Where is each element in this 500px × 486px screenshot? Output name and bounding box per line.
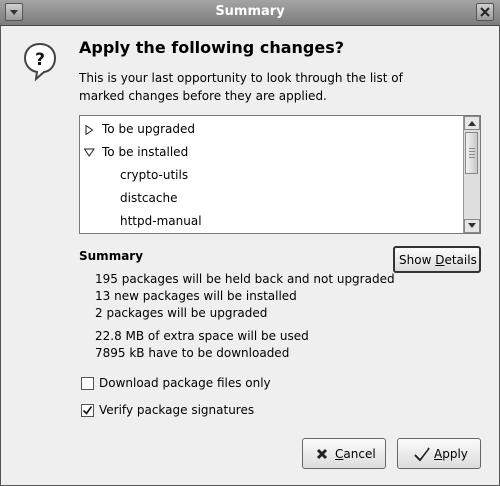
summary-line: 22.8 MB of extra space will be used <box>95 329 309 343</box>
cancel-button[interactable]: Cancel <box>302 438 386 469</box>
summary-line: 7895 kB have to be downloaded <box>95 346 290 360</box>
show-details-button[interactable]: Show Details <box>393 246 481 273</box>
checkmark-icon <box>82 406 93 415</box>
arrow-down-icon <box>468 223 476 228</box>
expander-collapsed-icon[interactable] <box>85 125 94 135</box>
title-bar: Summary <box>0 0 500 26</box>
cancel-icon <box>316 448 328 460</box>
summary-line: 13 new packages will be installed <box>95 289 297 303</box>
list-item-label: To be upgraded <box>102 122 196 136</box>
scrollbar-thumb[interactable] <box>465 132 478 174</box>
summary-title: Summary <box>79 249 144 263</box>
arrow-up-icon <box>468 121 476 126</box>
download-only-label[interactable]: Download package files only <box>99 376 271 390</box>
show-details-label: Show Details <box>399 253 477 267</box>
list-item-label: To be installed <box>102 145 189 159</box>
list-item[interactable]: To be installed <box>80 143 464 161</box>
dialog-heading: Apply the following changes? <box>79 38 344 57</box>
list-item[interactable]: httpd-manual <box>120 212 202 230</box>
apply-button[interactable]: Apply <box>397 438 481 469</box>
scroll-down-button[interactable] <box>464 219 480 233</box>
list-item[interactable]: To be upgraded <box>80 120 464 138</box>
apply-label: Apply <box>434 447 468 461</box>
download-only-checkbox[interactable] <box>81 377 94 390</box>
verify-signatures-label[interactable]: Verify package signatures <box>99 403 254 417</box>
question-icon: ? <box>23 42 57 81</box>
list-item[interactable]: distcache <box>120 189 177 207</box>
changes-list[interactable]: To be upgraded To be installed crypto-ut… <box>79 115 481 234</box>
verify-signatures-checkbox[interactable] <box>81 404 94 417</box>
svg-text:?: ? <box>35 50 45 70</box>
summary-line: 2 packages will be upgraded <box>95 306 268 320</box>
list-item[interactable]: crypto-utils <box>120 166 188 184</box>
window-title: Summary <box>215 4 285 19</box>
dialog-description: This is your last opportunity to look th… <box>79 71 403 103</box>
window-close-button[interactable] <box>476 3 494 21</box>
expander-expanded-icon[interactable] <box>84 148 95 157</box>
cancel-label: Cancel <box>335 447 376 461</box>
checkmark-icon <box>414 447 430 462</box>
scroll-up-button[interactable] <box>464 116 480 130</box>
close-icon <box>480 7 490 17</box>
summary-line: 195 packages will be held back and not u… <box>95 272 395 286</box>
vertical-scrollbar[interactable] <box>463 116 480 233</box>
